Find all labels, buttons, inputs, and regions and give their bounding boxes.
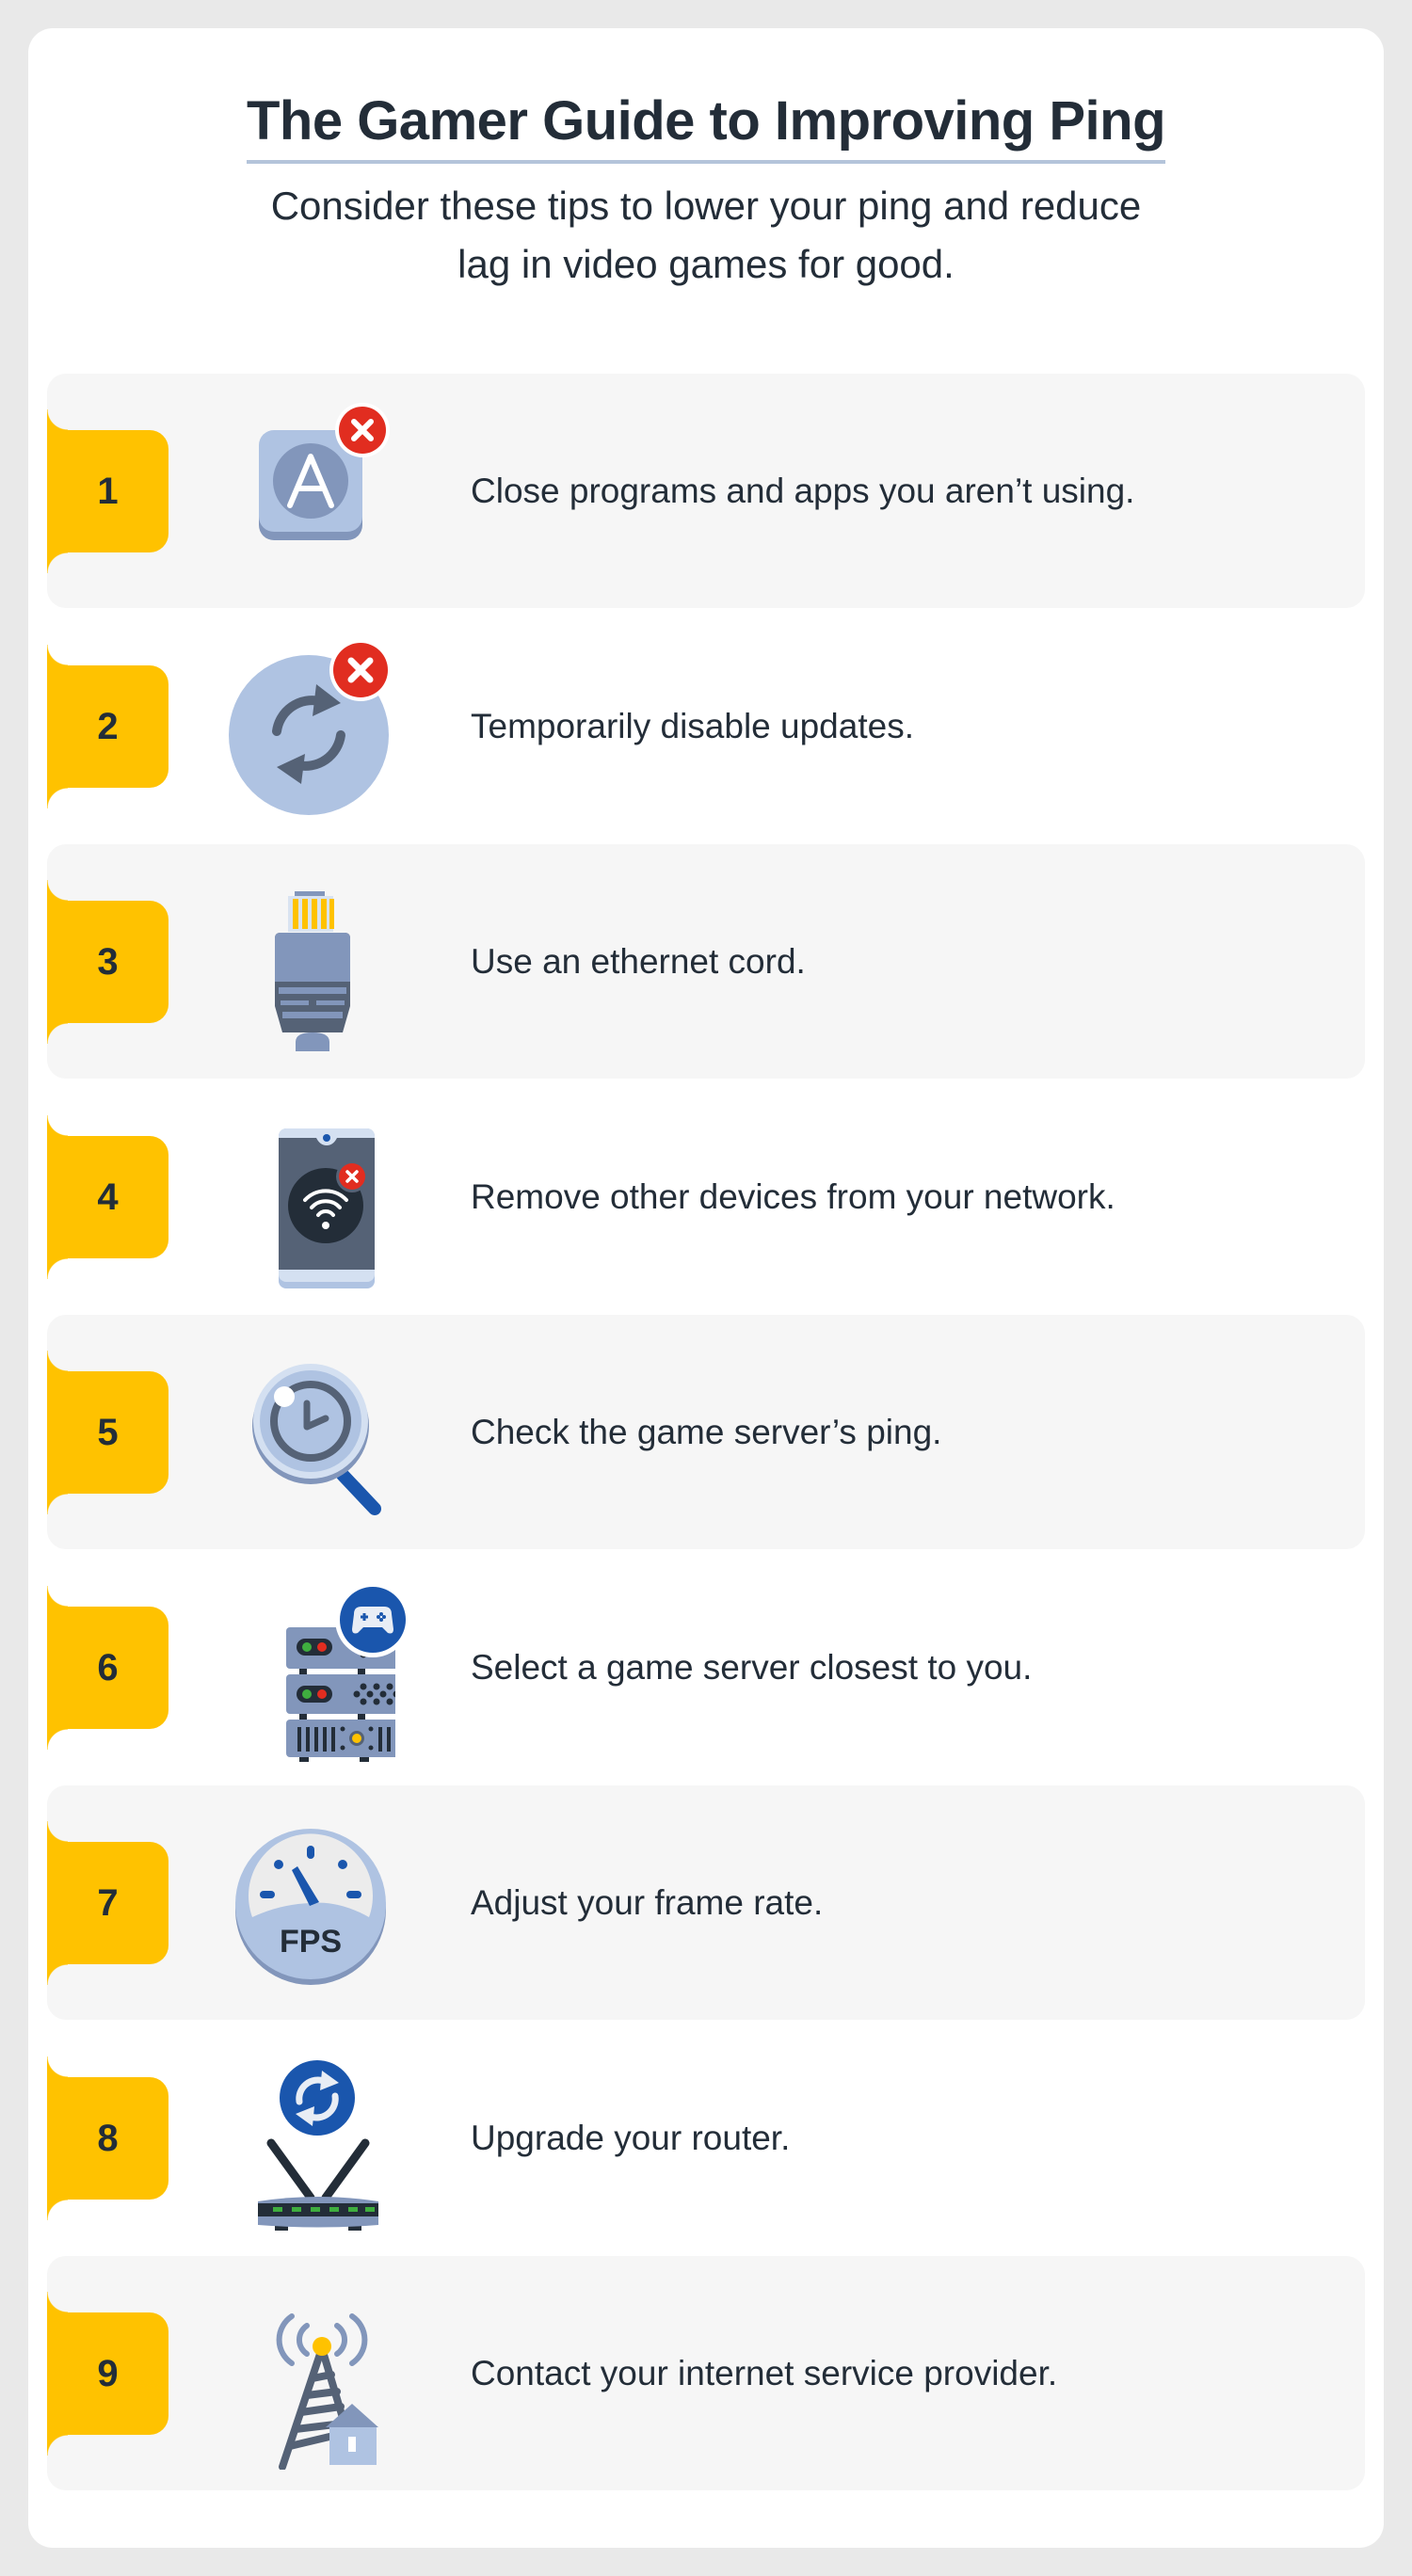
step-number: 3 (97, 941, 119, 983)
fps-label: FPS (280, 1924, 342, 1960)
page-title: The Gamer Guide to Improving Ping (246, 87, 1166, 164)
step-badge: 7 (47, 1821, 168, 1985)
step-badge: 4 (47, 1115, 168, 1279)
phone-wifi-off-icon (226, 1100, 395, 1293)
step-number: 7 (97, 1882, 119, 1924)
subtitle-line-2: lag in video games for good. (457, 242, 955, 286)
step-number: 2 (97, 706, 119, 747)
step-badge: 1 (47, 409, 168, 573)
tip-row-3: 3 Use an ethernet cord. (47, 844, 1365, 1079)
step-number: 9 (97, 2353, 119, 2394)
tip-text: Temporarily disable updates. (471, 707, 914, 745)
router-refresh-icon (226, 2041, 395, 2234)
step-badge: 3 (47, 880, 168, 1044)
tip-row-5: 5 Check the game server’s ping. (47, 1315, 1365, 1549)
magnifier-clock-icon (226, 1336, 395, 1528)
tip-text: Use an ethernet cord. (471, 942, 806, 981)
tip-text: Upgrade your router. (471, 2119, 791, 2157)
step-badge: 5 (47, 1351, 168, 1514)
fps-gauge-icon: FPS (226, 1806, 395, 1999)
step-badge: 6 (47, 1586, 168, 1750)
tip-row-2: 2 Temporarily disable updates. (47, 609, 1365, 843)
step-number: 6 (97, 1647, 119, 1688)
tip-row-7: 7 FPS Adjust your frame rate. (47, 1785, 1365, 2020)
tip-text: Check the game server’s ping. (471, 1413, 942, 1451)
tip-row-6: 6 Select a game server closest to you. (47, 1550, 1365, 1784)
step-number: 1 (97, 471, 119, 512)
tip-row-8: 8 Upgrade your router. (47, 2021, 1365, 2255)
tip-text: Remove other devices from your network. (471, 1177, 1115, 1216)
gamepad-badge-icon (335, 1582, 410, 1657)
ethernet-cable-icon (226, 865, 395, 1058)
title-container: The Gamer Guide to Improving Ping (0, 87, 1412, 164)
tip-text: Adjust your frame rate. (471, 1883, 824, 1922)
step-badge: 9 (47, 2292, 168, 2456)
tip-row-1: 1 Close programs and apps you aren’t usi… (47, 374, 1365, 608)
step-number: 5 (97, 1412, 119, 1453)
updates-disabled-icon (226, 630, 395, 823)
subtitle-line-1: Consider these tips to lower your ping a… (270, 184, 1142, 228)
subtitle: Consider these tips to lower your ping a… (0, 177, 1412, 294)
tip-text: Contact your internet service provider. (471, 2354, 1058, 2392)
step-number: 4 (97, 1176, 119, 1218)
step-badge: 8 (47, 2056, 168, 2220)
tip-row-4: 4 Remove other devices from your network… (47, 1080, 1365, 1314)
step-number: 8 (97, 2118, 119, 2159)
app-close-icon (226, 394, 395, 587)
tip-row-9: 9 Contact your internet service provider… (47, 2256, 1365, 2490)
tip-text: Close programs and apps you aren’t using… (471, 472, 1135, 510)
cell-tower-icon (226, 2277, 395, 2470)
tip-text: Select a game server closest to you. (471, 1648, 1033, 1687)
step-badge: 2 (47, 645, 168, 808)
